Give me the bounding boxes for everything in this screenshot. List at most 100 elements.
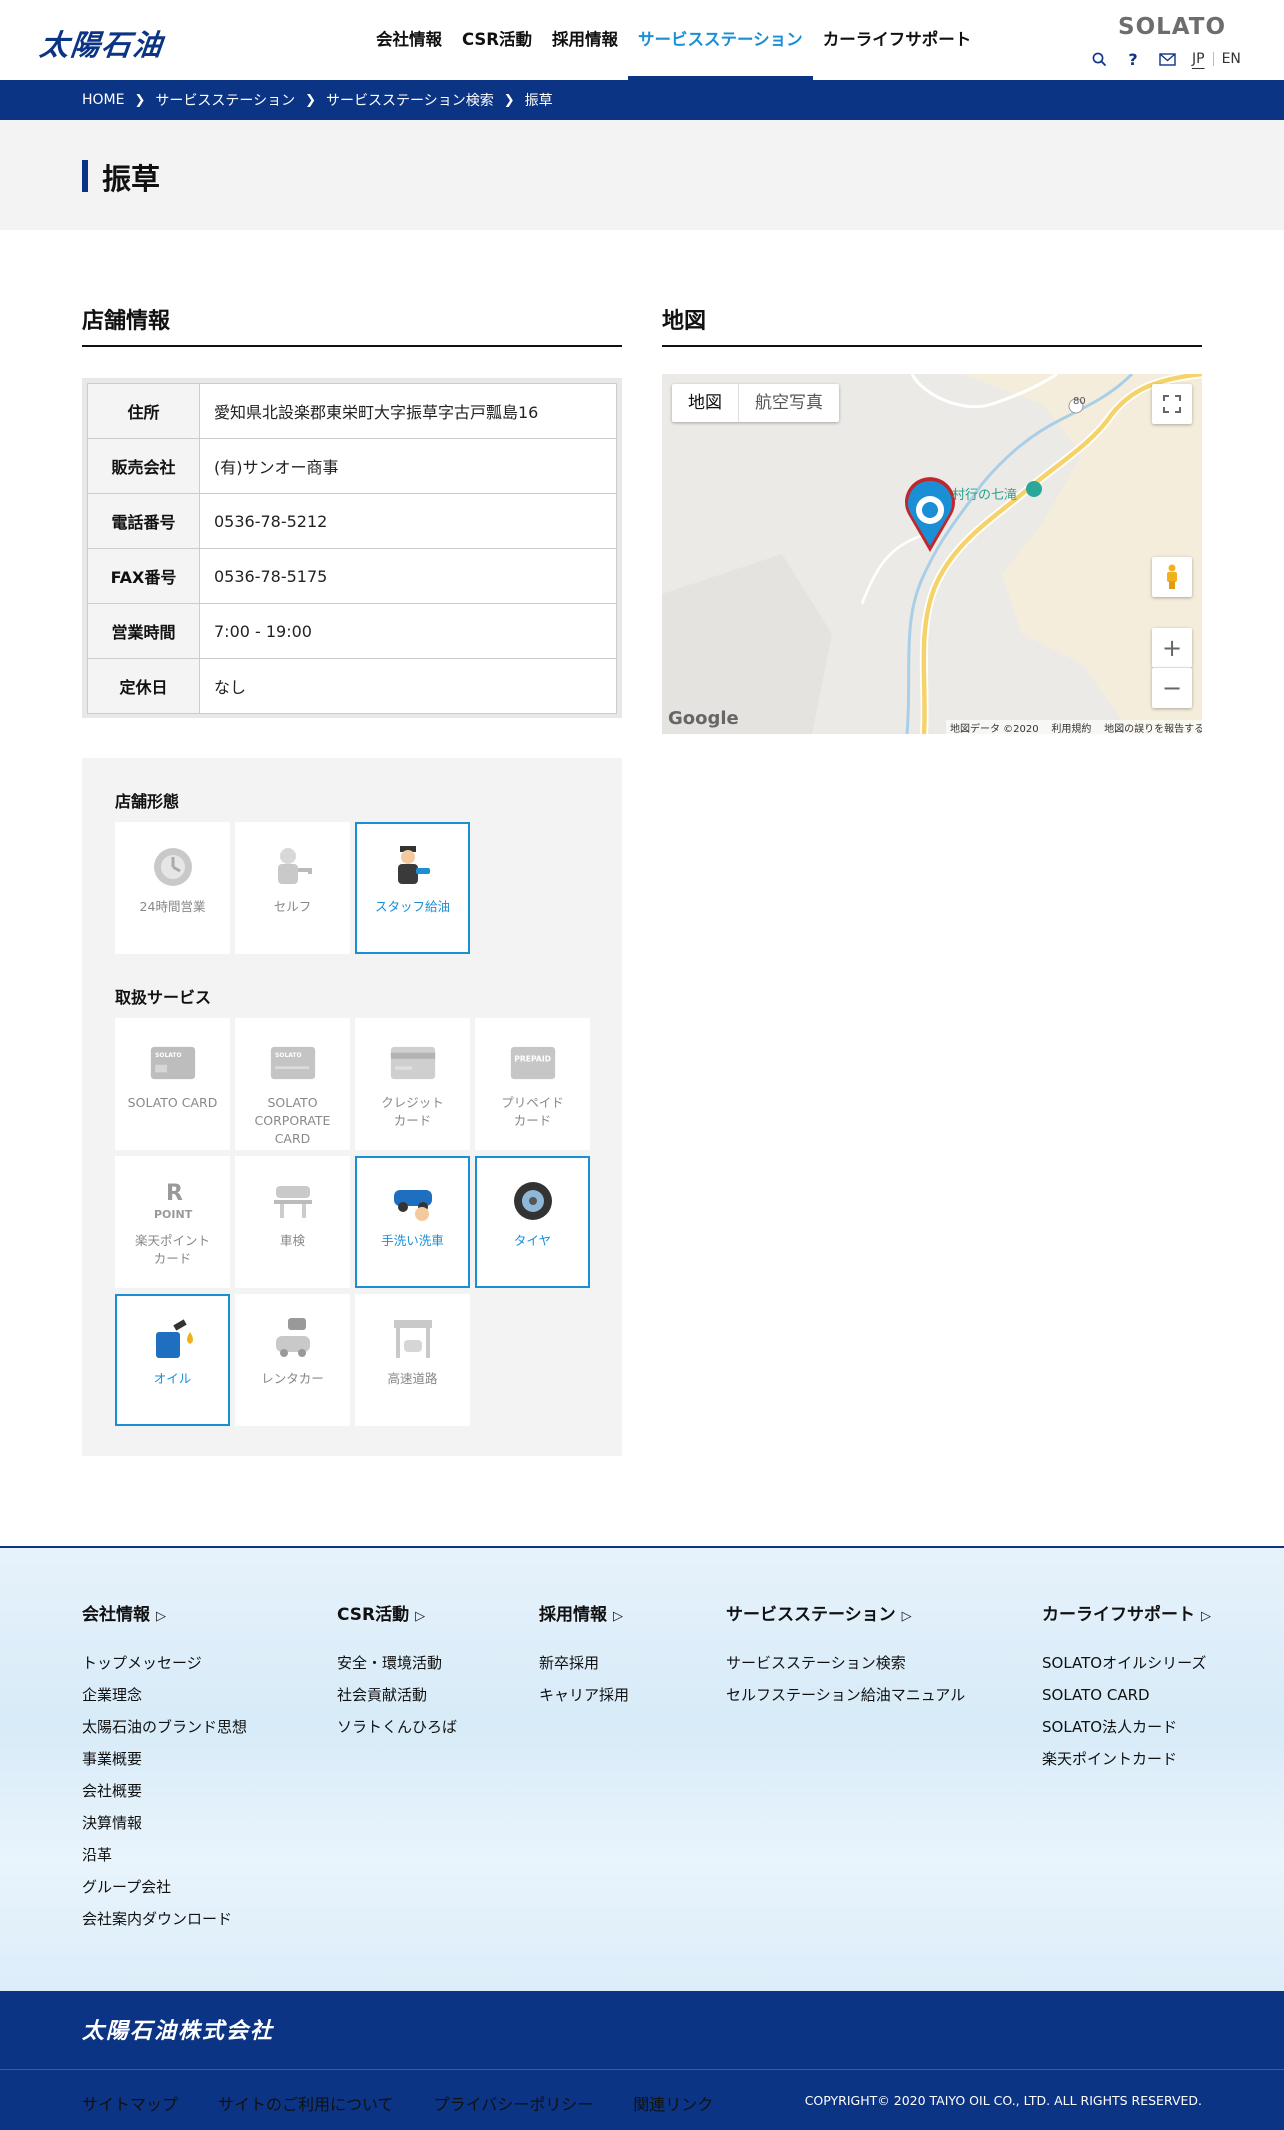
footer-related-link[interactable]: 関連リンク bbox=[633, 2091, 713, 2115]
help-icon[interactable]: ? bbox=[1116, 46, 1150, 72]
footer-link[interactable]: ソラトくんひろば bbox=[337, 1716, 457, 1748]
rakuten-point-icon: R POINT bbox=[150, 1178, 196, 1224]
solato-card-icon: SOLATO bbox=[150, 1040, 196, 1086]
footer-link[interactable]: 沿革 bbox=[82, 1844, 247, 1876]
nav-company[interactable]: 会社情報 bbox=[366, 0, 452, 80]
service-label: クレジット カード bbox=[381, 1095, 444, 1128]
footer-link[interactable]: サービスステーション検索 bbox=[726, 1652, 965, 1684]
triangle-right-icon: ▷ bbox=[1201, 1609, 1211, 1624]
footer-privacy-link[interactable]: プライバシーポリシー bbox=[434, 2091, 594, 2115]
nav-csr[interactable]: CSR活動 bbox=[452, 0, 542, 80]
footer-link[interactable]: 太陽石油のブランド思想 bbox=[82, 1716, 247, 1748]
map-canvas[interactable] bbox=[662, 374, 1202, 734]
footer-link[interactable]: 安全・環境活動 bbox=[337, 1652, 457, 1684]
map-type-control: 地図 航空写真 bbox=[672, 384, 839, 422]
footer-link[interactable]: キャリア採用 bbox=[539, 1684, 629, 1716]
footer-link[interactable]: 会社案内ダウンロード bbox=[82, 1908, 247, 1940]
svg-text:R: R bbox=[166, 1181, 183, 1206]
footer-terms-link[interactable]: サイトのご利用について bbox=[218, 2091, 394, 2115]
map-data-credit: 地図データ ©2020 bbox=[950, 724, 1039, 734]
road-number: 80 bbox=[1073, 396, 1086, 407]
svg-text:SOLATO: SOLATO bbox=[155, 1052, 181, 1059]
services-heading: 取扱サービス bbox=[115, 988, 212, 1007]
map-terms-link[interactable]: 利用規約 bbox=[1051, 724, 1091, 734]
footer-link[interactable]: SOLATOオイルシリーズ bbox=[1042, 1652, 1211, 1684]
info-row: FAX番号 0536-78-5175 bbox=[87, 548, 617, 604]
nav-recruit[interactable]: 採用情報 bbox=[542, 0, 628, 80]
highway-icon bbox=[390, 1316, 436, 1362]
footer-link[interactable]: 会社概要 bbox=[82, 1780, 247, 1812]
service-label: プリペイド カード bbox=[501, 1095, 564, 1128]
footer-sitemap-link[interactable]: サイトマップ bbox=[82, 2091, 178, 2115]
site-logo[interactable]: 太陽石油 bbox=[38, 22, 166, 64]
fullscreen-icon[interactable] bbox=[1152, 384, 1192, 424]
info-label: 販売会社 bbox=[87, 438, 200, 494]
footer-heading[interactable]: カーライフサポート ▷ bbox=[1042, 1605, 1211, 1625]
nav-carlife-support[interactable]: カーライフサポート bbox=[813, 0, 982, 80]
breadcrumb-home[interactable]: HOME bbox=[82, 92, 124, 108]
footer-company-logo[interactable]: 太陽石油株式会社 bbox=[82, 2013, 274, 2045]
footer-link[interactable]: 社会貢献活動 bbox=[337, 1684, 457, 1716]
title-accent-bar bbox=[82, 160, 88, 192]
footer-link[interactable]: 企業理念 bbox=[82, 1684, 247, 1716]
footer-link[interactable]: 決算情報 bbox=[82, 1812, 247, 1844]
service-label: SOLATO CARD bbox=[127, 1095, 218, 1110]
info-label: FAX番号 bbox=[87, 548, 200, 604]
service-label: タイヤ bbox=[513, 1233, 552, 1248]
info-row: 営業時間 7:00 - 19:00 bbox=[87, 603, 617, 659]
map-type-satellite[interactable]: 航空写真 bbox=[739, 384, 839, 422]
footer-heading-label: サービスステーション bbox=[726, 1605, 896, 1625]
footer-heading-label: 採用情報 bbox=[539, 1605, 607, 1625]
lang-en[interactable]: EN bbox=[1214, 48, 1249, 70]
info-row: 定休日 なし bbox=[87, 658, 617, 714]
zoom-out-icon[interactable]: − bbox=[1152, 668, 1192, 708]
nav-service-station[interactable]: サービスステーション bbox=[628, 0, 813, 80]
global-nav: 会社情報 CSR活動 採用情報 サービスステーション カーライフサポート bbox=[366, 0, 981, 80]
map-report-link[interactable]: 地図の誤りを報告する bbox=[1104, 724, 1202, 734]
footer-link[interactable]: SOLATO法人カード bbox=[1042, 1716, 1211, 1748]
copyright: COPYRIGHT© 2020 TAIYO OIL CO., LTD. ALL … bbox=[804, 2093, 1202, 2108]
triangle-right-icon: ▷ bbox=[156, 1609, 166, 1624]
car-inspection-icon bbox=[270, 1178, 316, 1224]
chevron-right-icon: ❯ bbox=[305, 92, 317, 108]
footer-heading-label: CSR活動 bbox=[337, 1605, 410, 1625]
footer-heading[interactable]: 会社情報 ▷ bbox=[82, 1605, 166, 1625]
footer-heading-label: 会社情報 bbox=[82, 1605, 150, 1625]
footer-link[interactable]: 楽天ポイントカード bbox=[1042, 1748, 1211, 1780]
footer-link[interactable]: セルフステーション給油マニュアル bbox=[726, 1684, 965, 1716]
zoom-in-icon[interactable]: + bbox=[1152, 628, 1192, 668]
footer-sitemap: 会社情報 ▷ トップメッセージ 企業理念 太陽石油のブランド思想 事業概要 会社概要 決算情報… bbox=[0, 1546, 1284, 1991]
service-label: 車検 bbox=[279, 1233, 305, 1248]
lang-jp[interactable]: JP bbox=[1184, 48, 1213, 70]
footer-link[interactable]: グループ会社 bbox=[82, 1876, 247, 1908]
prepaid-card-icon: PREPAID bbox=[510, 1040, 556, 1086]
solato-logo[interactable]: SOLATO bbox=[1118, 14, 1226, 40]
street-view-icon[interactable] bbox=[1152, 557, 1192, 597]
info-label: 定休日 bbox=[87, 658, 200, 714]
google-map[interactable]: 地図 航空写真 村行の七滝 80 + − Google 地図データ ©2020 … bbox=[662, 374, 1202, 734]
breadcrumb-station-search[interactable]: サービスステーション検索 bbox=[326, 90, 494, 110]
service-tile: 手洗い洗車 bbox=[355, 1156, 470, 1288]
breadcrumb-service-station[interactable]: サービスステーション bbox=[155, 90, 295, 110]
search-icon[interactable] bbox=[1082, 46, 1116, 72]
map-type-map[interactable]: 地図 bbox=[672, 384, 739, 422]
mail-icon[interactable] bbox=[1150, 46, 1184, 72]
triangle-right-icon: ▷ bbox=[613, 1609, 623, 1624]
map-poi-label[interactable]: 村行の七滝 bbox=[952, 484, 1017, 503]
service-tile: 車検 bbox=[235, 1156, 350, 1288]
service-tile: スタッフ給油 bbox=[355, 822, 470, 954]
footer-heading[interactable]: サービスステーション ▷ bbox=[726, 1605, 912, 1625]
footer-link[interactable]: 事業概要 bbox=[82, 1748, 247, 1780]
oil-icon bbox=[150, 1316, 196, 1362]
store-services-panel: 店舗形態 24時間営業 セルフ スタッフ給油 取扱サービス SOLATO SOLATO… bbox=[82, 758, 622, 1456]
info-label: 電話番号 bbox=[87, 493, 200, 549]
service-tile: R POINT 楽天ポイント カード bbox=[115, 1156, 230, 1288]
footer-heading[interactable]: 採用情報 ▷ bbox=[539, 1605, 623, 1625]
info-value: なし bbox=[199, 658, 617, 714]
footer-bottom: 太陽石油株式会社 サイトマップ サイトのご利用について プライバシーポリシー 関… bbox=[0, 1991, 1284, 2130]
footer-heading[interactable]: CSR活動 ▷ bbox=[337, 1605, 425, 1625]
page-title: 振草 bbox=[102, 162, 161, 196]
footer-link[interactable]: 新卒採用 bbox=[539, 1652, 629, 1684]
footer-link[interactable]: SOLATO CARD bbox=[1042, 1684, 1211, 1716]
footer-link[interactable]: トップメッセージ bbox=[82, 1652, 247, 1684]
